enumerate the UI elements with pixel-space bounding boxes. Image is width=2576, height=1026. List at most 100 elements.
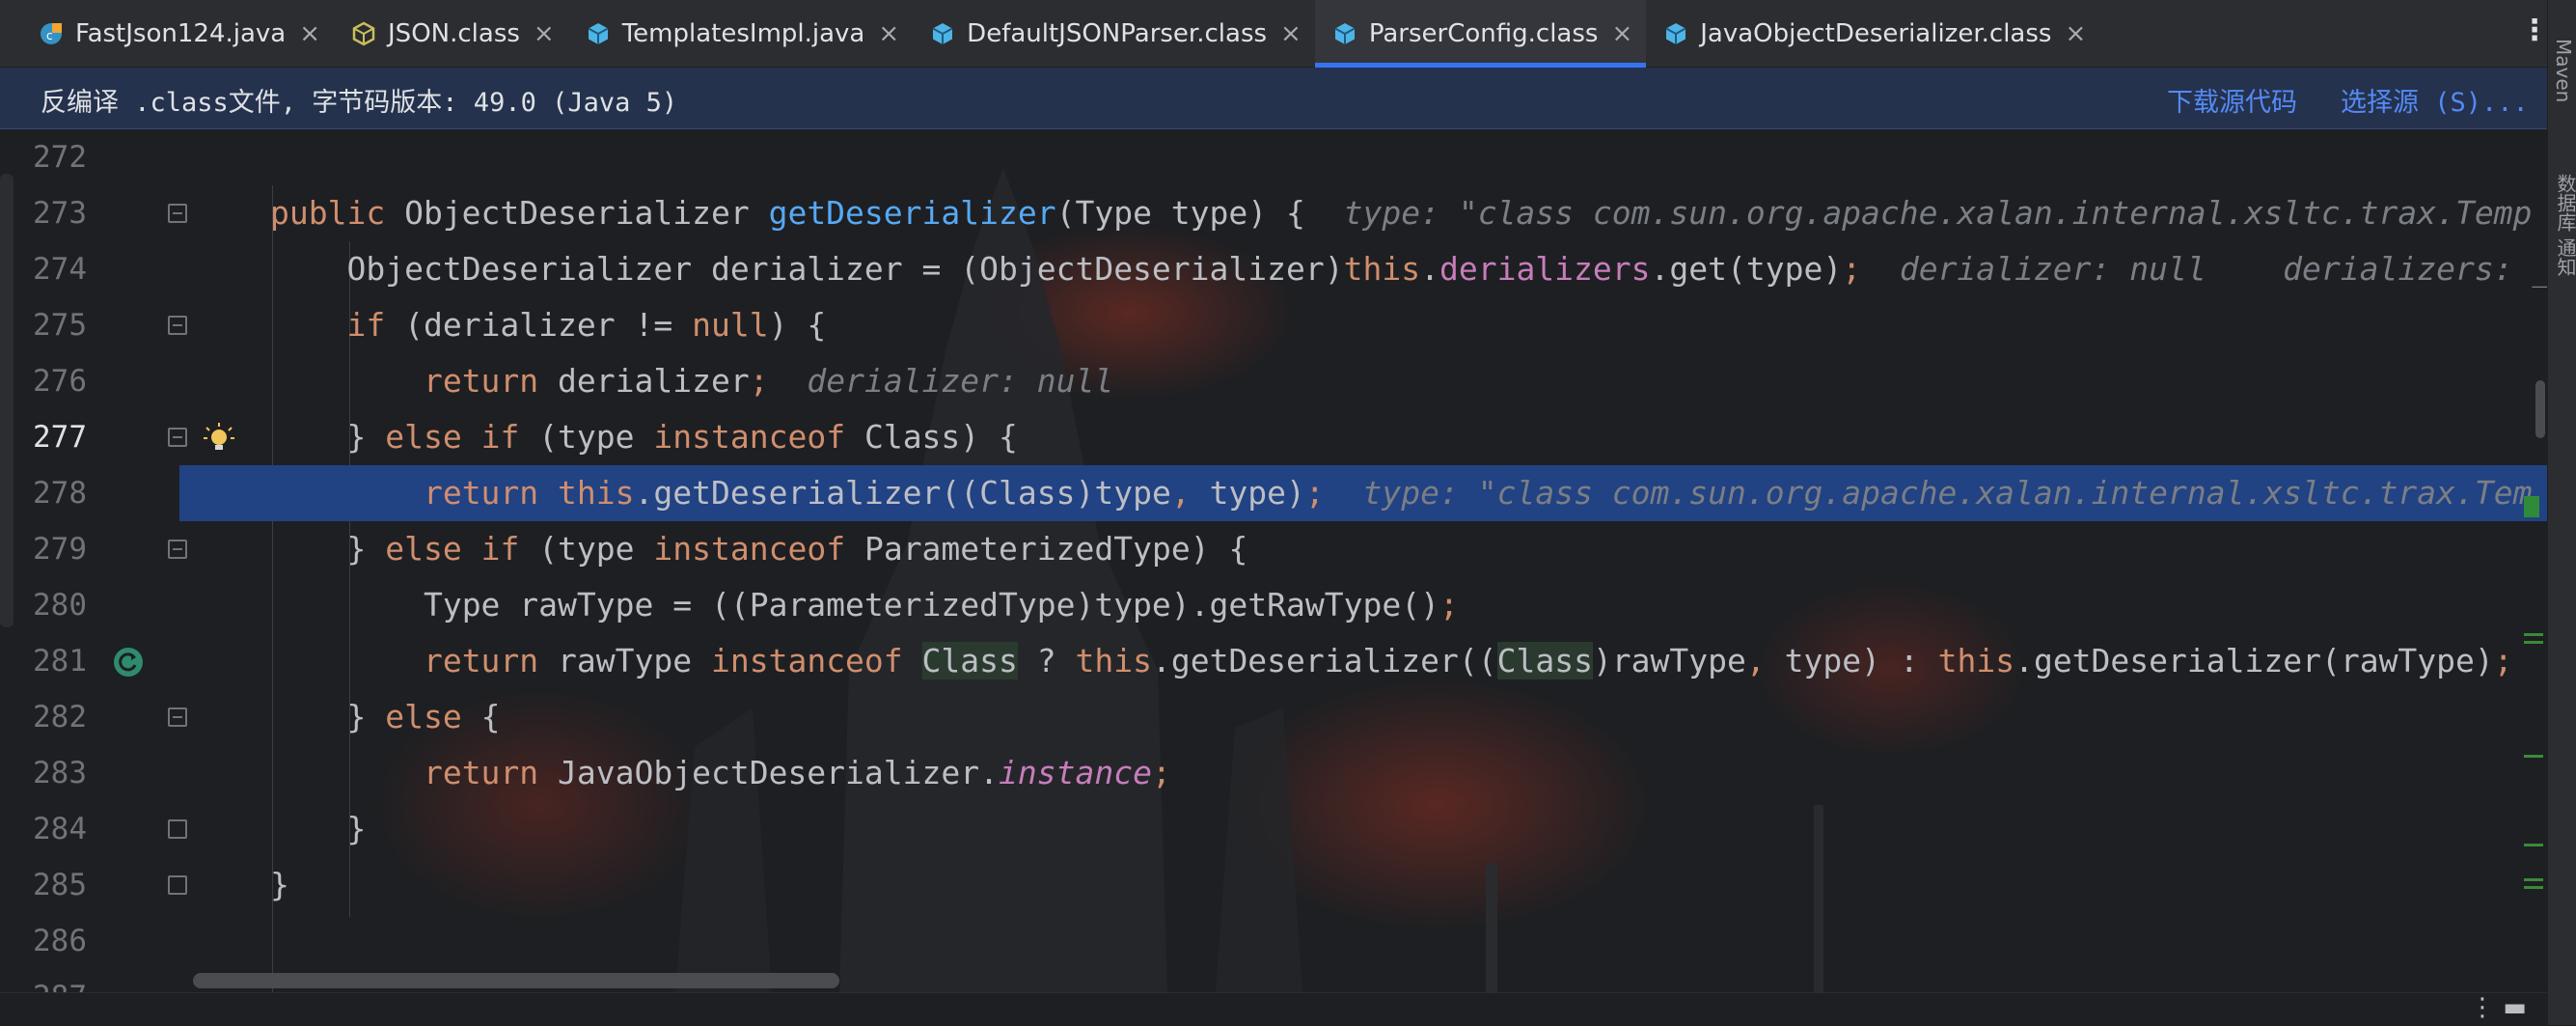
inline-debug-hint: type: "class com.sun.org.apache.xalan.in… bbox=[1343, 194, 2533, 232]
code-token: derializer bbox=[558, 362, 750, 400]
change-marker[interactable] bbox=[2524, 844, 2543, 846]
keyword: instanceof bbox=[653, 530, 864, 568]
left-scroll-indicator[interactable] bbox=[0, 174, 14, 627]
code-token: ) { bbox=[768, 306, 827, 344]
download-sources-link[interactable]: 下载源代码 bbox=[2167, 81, 2297, 119]
code-token: (derializer != bbox=[404, 306, 693, 344]
code-line[interactable]: 285 } bbox=[0, 857, 2547, 913]
status-menu-icon[interactable]: ⋮ ▬ bbox=[2470, 993, 2527, 1022]
code-token: { bbox=[480, 698, 501, 735]
semicolon: ; bbox=[1439, 586, 1459, 624]
keyword: this bbox=[1343, 250, 1421, 288]
code-line[interactable]: 274 ObjectDeserializer derializer = (Obj… bbox=[0, 241, 2547, 297]
change-marker[interactable] bbox=[2524, 641, 2543, 644]
code-line[interactable]: 282 } else { bbox=[0, 689, 2547, 745]
fold-icon[interactable] bbox=[168, 707, 187, 727]
line-number: 282 bbox=[33, 700, 87, 735]
code-editor[interactable]: 272 273 public ObjectDeserializer getDes… bbox=[0, 129, 2547, 992]
change-marker[interactable] bbox=[2524, 633, 2543, 636]
code-line[interactable]: 276 return derializer; derializer: null bbox=[0, 353, 2547, 409]
keyword: this bbox=[1075, 642, 1152, 679]
keyword: else if bbox=[385, 418, 539, 456]
tab-list: c FastJson124.java × JSON.class × Templa… bbox=[21, 0, 2099, 68]
code-token: ) { bbox=[960, 418, 1018, 456]
line-number: 284 bbox=[33, 812, 87, 846]
code-text: return JavaObjectDeserializer.instance; bbox=[270, 745, 1171, 801]
tab-json-class[interactable]: JSON.class × bbox=[334, 0, 568, 68]
code-text: } else { bbox=[270, 689, 500, 745]
horizontal-scrollbar[interactable] bbox=[193, 973, 839, 988]
recursive-call-icon[interactable] bbox=[112, 646, 145, 679]
code-token: ParameterizedType) { bbox=[863, 530, 1248, 568]
close-icon[interactable]: × bbox=[878, 19, 899, 48]
change-marker[interactable] bbox=[2524, 878, 2543, 881]
decompiler-banner: 反编译 .class文件, 字节码版本: 49.0 (Java 5) 下载源代码… bbox=[0, 68, 2547, 129]
close-icon[interactable]: × bbox=[1611, 19, 1632, 48]
fold-icon[interactable] bbox=[168, 204, 187, 223]
close-icon[interactable]: × bbox=[299, 19, 320, 48]
class-file-icon bbox=[1334, 23, 1356, 44]
fold-icon[interactable] bbox=[168, 540, 187, 559]
code-token: rawType bbox=[558, 642, 711, 679]
code-token: (type bbox=[538, 418, 654, 456]
tab-javaobjectdeserializer-class[interactable]: JavaObjectDeserializer.class × bbox=[1646, 0, 2099, 68]
database-tool-label[interactable]: 数据库 通知 bbox=[2552, 174, 2576, 276]
code-line[interactable]: 280 Type rawType = ((ParameterizedType)t… bbox=[0, 577, 2547, 633]
tab-fastjson124-java[interactable]: c FastJson124.java × bbox=[21, 0, 334, 68]
comma: , bbox=[1170, 474, 1210, 512]
code-line[interactable]: 272 bbox=[0, 129, 2547, 185]
close-icon[interactable]: × bbox=[1280, 19, 1302, 48]
code-line[interactable]: 275 if (derializer != null) { bbox=[0, 297, 2547, 353]
type-name: ObjectDeserializer bbox=[404, 194, 769, 232]
code-text: } bbox=[270, 857, 289, 913]
code-token: . bbox=[1420, 250, 1439, 288]
tab-label: JavaObjectDeserializer.class bbox=[1700, 19, 2052, 48]
class-file-icon bbox=[932, 23, 953, 44]
code-line-current[interactable]: 277 } else if (type instanceof Class) { bbox=[0, 409, 2547, 465]
tab-overflow-menu-icon[interactable]: ⋮ bbox=[2520, 14, 2549, 47]
change-marker[interactable] bbox=[2524, 755, 2543, 758]
static-field: instance bbox=[999, 754, 1152, 791]
fold-end-icon[interactable] bbox=[168, 819, 187, 839]
close-icon[interactable]: × bbox=[534, 19, 555, 48]
tab-parserconfig-class[interactable]: ParserConfig.class × bbox=[1314, 0, 1647, 68]
code-text: public ObjectDeserializer getDeserialize… bbox=[270, 185, 2532, 241]
code-token: Class bbox=[863, 418, 961, 456]
keyword: if bbox=[346, 306, 405, 344]
keyword: return bbox=[423, 642, 559, 679]
close-icon[interactable]: × bbox=[2065, 19, 2086, 48]
code-line[interactable]: 279 } else if (type instanceof Parameter… bbox=[0, 521, 2547, 577]
semicolon: ; bbox=[1304, 474, 1325, 512]
line-number: 285 bbox=[33, 868, 87, 902]
code-line[interactable]: 273 public ObjectDeserializer getDeseria… bbox=[0, 185, 2547, 241]
field-name: derializers bbox=[1439, 250, 1651, 288]
tab-templatesimpl-java[interactable]: TemplatesImpl.java × bbox=[568, 0, 913, 68]
code-line[interactable]: 284 } bbox=[0, 801, 2547, 857]
change-marker[interactable] bbox=[2524, 496, 2539, 517]
code-line[interactable]: 283 return JavaObjectDeserializer.instan… bbox=[0, 745, 2547, 801]
fold-icon[interactable] bbox=[168, 428, 187, 447]
keyword: null bbox=[692, 306, 769, 344]
change-marker[interactable] bbox=[2524, 886, 2543, 889]
code-line-selected[interactable]: 278 return this.getDeserializer((Class)t… bbox=[0, 465, 2547, 521]
tab-defaultjsonparser-class[interactable]: DefaultJSONParser.class × bbox=[913, 0, 1315, 68]
code-token: } bbox=[346, 418, 386, 456]
code-line[interactable]: 286 bbox=[0, 913, 2547, 969]
lightbulb-icon[interactable] bbox=[203, 422, 235, 455]
code-token: } bbox=[346, 530, 386, 568]
code-line[interactable]: 281 return rawType instanceof Class ? th… bbox=[0, 633, 2547, 689]
code-text: } else if (type instanceof Class) { bbox=[270, 409, 1018, 465]
tab-label: JSON.class bbox=[388, 19, 520, 48]
choose-sources-link[interactable]: 选择源 (S)... bbox=[2341, 81, 2529, 119]
code-token: } bbox=[270, 866, 289, 903]
fold-end-icon[interactable] bbox=[168, 875, 187, 895]
code-text: } bbox=[270, 801, 366, 857]
fold-icon[interactable] bbox=[168, 316, 187, 335]
line-number: 287 bbox=[0, 969, 87, 992]
maven-tool-label[interactable]: Maven bbox=[2552, 39, 2575, 102]
vertical-scrollbar[interactable] bbox=[2535, 380, 2545, 438]
